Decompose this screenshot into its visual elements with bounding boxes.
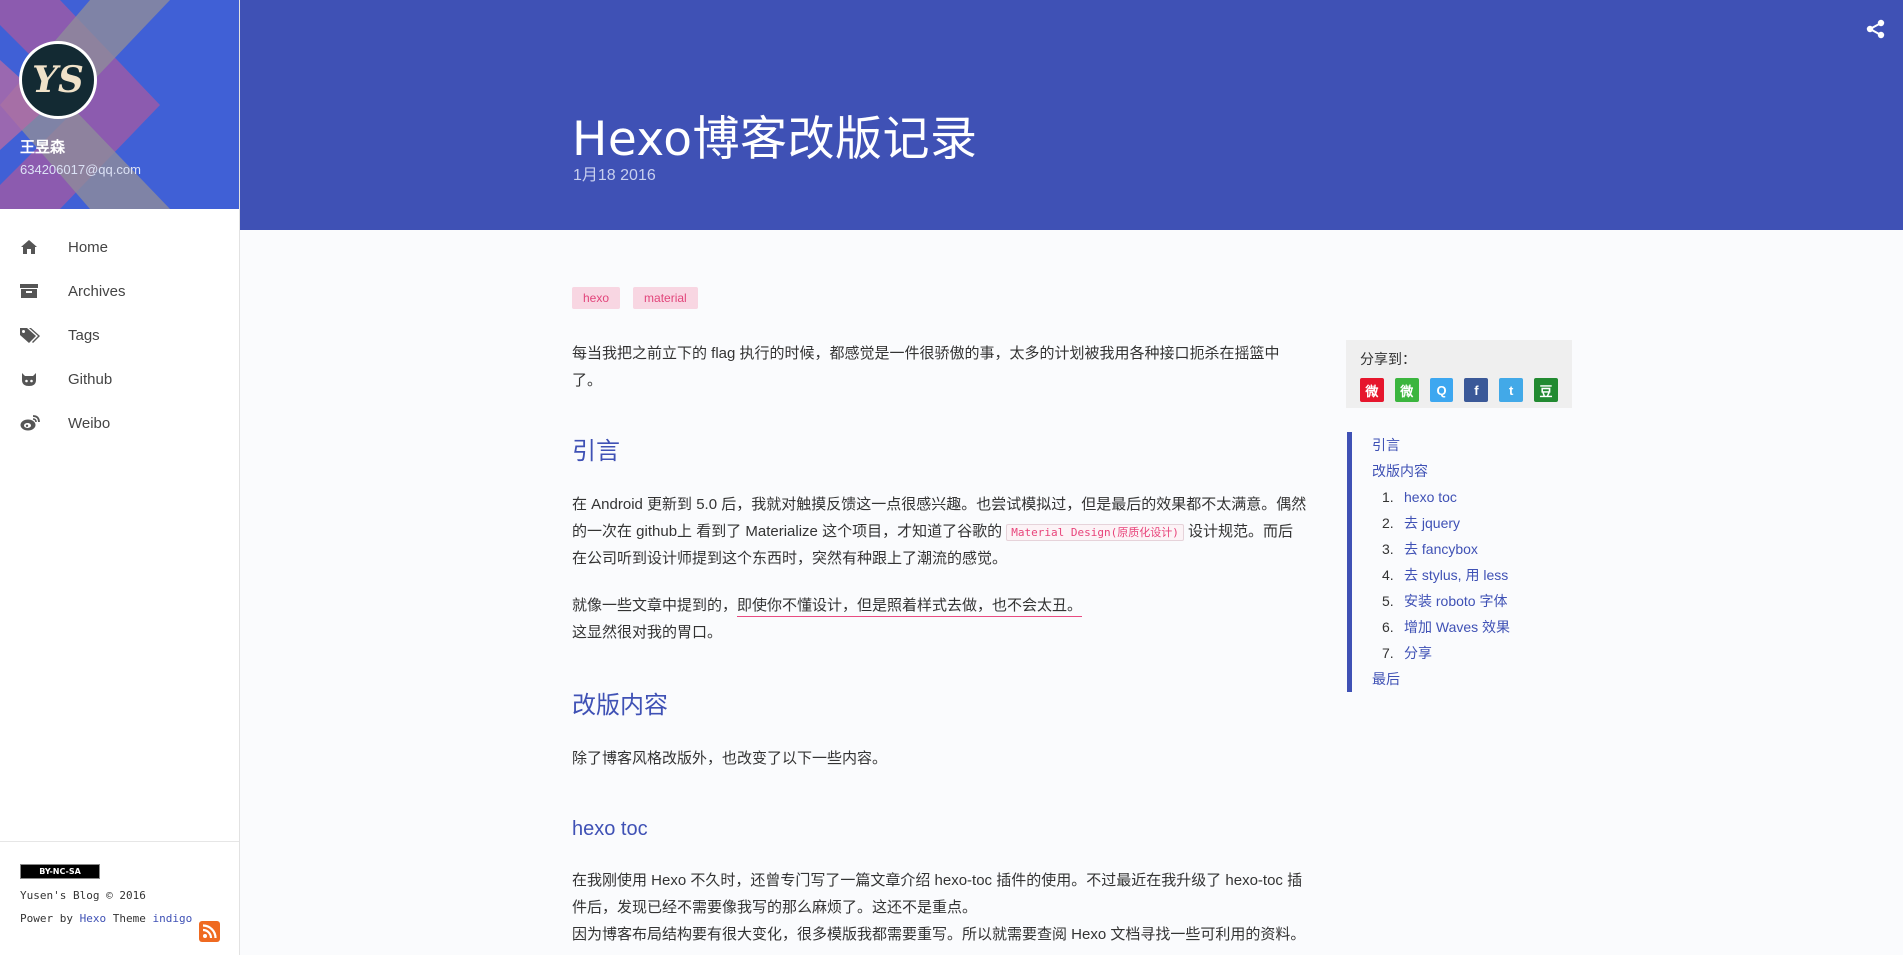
heading-hexo-toc: hexo toc (572, 818, 648, 840)
toc-number: 7. (1382, 645, 1394, 661)
inline-code: Material Design(原质化设计) (1006, 524, 1184, 541)
nav-label: Weibo (68, 414, 111, 432)
toc-subitem: 6. 增加 Waves 效果 (1382, 614, 1510, 640)
toc-number: 3. (1382, 541, 1394, 557)
indigo-link[interactable]: indigo (152, 912, 192, 925)
toc-subitem: 2. 去 jquery (1382, 510, 1510, 536)
toc-link[interactable]: 分享 (1404, 645, 1432, 661)
table-of-contents: 引言 改版内容 1. hexo toc 2. 去 jquery 3. 去 fancyb… (1347, 432, 1510, 692)
intro-paragraph: 每当我把之前立下的 flag 执行的时候，都感觉是一件很骄傲的事，太多的计划被我… (572, 345, 1280, 389)
weibo-share-icon[interactable]: 微 (1360, 378, 1384, 402)
toc-subitem: 5. 安装 roboto 字体 (1382, 588, 1510, 614)
tag-hexo[interactable]: hexo (572, 287, 621, 309)
paragraph-design: 就像一些文章中提到的，即使你不懂设计，但是照着样式去做，也不会太丑。 这显然很对我… (572, 592, 1307, 646)
toc-item-final[interactable]: 最后 (1372, 666, 1510, 692)
nav-label: Home (68, 238, 109, 256)
tags-icon (20, 324, 48, 346)
share-icons: 微 微 Q f t 豆 (1360, 378, 1558, 402)
license-badge[interactable]: BY-NC-SA (20, 864, 100, 879)
toc-item-changes[interactable]: 改版内容 (1372, 458, 1510, 484)
toc-link[interactable]: 安装 roboto 字体 (1404, 593, 1507, 609)
toc-link[interactable]: hexo toc (1404, 489, 1457, 505)
heading-changes: 改版内容 (572, 692, 668, 719)
underlined-quote: 即使你不懂设计，但是照着样式去做，也不会太丑。 (737, 597, 1083, 617)
post-date: 1月18 2016 (573, 167, 656, 184)
toc-subitem: 4. 去 stylus, 用 less (1382, 562, 1510, 588)
avatar[interactable]: YS (19, 41, 97, 119)
nav-item-archives[interactable]: Archives (0, 269, 239, 313)
nav-item-github[interactable]: Github (0, 357, 239, 401)
post-header: Hexo博客改版记录 1月18 2016 (240, 0, 1903, 230)
toc-link[interactable]: 去 stylus, 用 less (1404, 567, 1508, 583)
author-email[interactable]: 634206017@qq.com (20, 162, 141, 177)
paragraph-toc-plugin: 在我刚使用 Hexo 不久时，还曾专门写了一篇文章介绍 hexo-toc 插件的… (572, 872, 1303, 916)
toc-link[interactable]: 增加 Waves 效果 (1404, 619, 1510, 635)
copyright: Yusen's Blog © 2016 (20, 889, 146, 902)
toc-number: 5. (1382, 593, 1394, 609)
theme-text: Theme (106, 912, 153, 925)
twitter-share-icon[interactable]: t (1499, 378, 1524, 402)
license-text: BY-NC-SA (39, 867, 81, 876)
share-box: 分享到： 微 微 Q f t 豆 (1346, 340, 1572, 408)
facebook-share-icon[interactable]: f (1464, 378, 1489, 402)
paragraph-text: 这显然很对我的胃口。 (572, 624, 723, 641)
share-label: 分享到： (1360, 351, 1416, 367)
post-title: Hexo博客改版记录 (572, 112, 978, 167)
paragraph-changes: 除了博客风格改版外，也改变了以下一些内容。 (572, 750, 888, 767)
avatar-text: YS (32, 59, 84, 101)
sidebar-nav: Home Archives Tags Github Weibo (0, 209, 239, 445)
rss-icon[interactable] (199, 921, 220, 942)
archive-icon (20, 280, 48, 302)
profile-header: YS 王昱森 634206017@qq.com (0, 0, 239, 209)
nav-label: Github (68, 370, 113, 388)
toc-item-intro[interactable]: 引言 (1372, 432, 1510, 458)
paragraph-android: 在 Android 更新到 5.0 后，我就对触摸反馈这一点很感兴趣。也尝试模拟… (572, 491, 1307, 572)
share-icon[interactable] (1865, 18, 1887, 40)
toc-link[interactable]: 去 jquery (1404, 515, 1460, 531)
toc-link[interactable]: 去 fancybox (1404, 541, 1478, 557)
hexo-link[interactable]: Hexo (80, 912, 107, 925)
toc-sublist: 1. hexo toc 2. 去 jquery 3. 去 fancybox 4. 去 s… (1372, 484, 1510, 666)
weibo-icon (20, 412, 48, 434)
nav-item-home[interactable]: Home (0, 225, 239, 269)
nav-item-weibo[interactable]: Weibo (0, 401, 239, 445)
power-prefix: Power by (20, 912, 80, 925)
wechat-share-icon[interactable]: 微 (1394, 378, 1419, 402)
qq-share-icon[interactable]: Q (1429, 378, 1454, 402)
heading-intro: 引言 (572, 438, 620, 465)
github-icon (20, 368, 48, 390)
toc-number: 4. (1382, 567, 1394, 583)
douban-share-icon[interactable]: 豆 (1534, 378, 1558, 402)
post-tags: hexo material (572, 287, 698, 309)
article-body: 每当我把之前立下的 flag 执行的时候，都感觉是一件很骄傲的事，太多的计划被我… (572, 340, 1307, 948)
toc-subitem: 3. 去 fancybox (1382, 536, 1510, 562)
toc-number: 6. (1382, 619, 1394, 635)
nav-label: Tags (68, 326, 100, 344)
tag-material[interactable]: material (633, 287, 698, 309)
home-icon (20, 236, 48, 258)
sidebar: YS 王昱森 634206017@qq.com Home Archives Ta… (0, 0, 240, 955)
toc-subitem: 1. hexo toc (1382, 484, 1510, 510)
nav-label: Archives (68, 282, 126, 300)
sidebar-footer: BY-NC-SA Yusen's Blog © 2016 Power by He… (0, 841, 239, 955)
nav-item-tags[interactable]: Tags (0, 313, 239, 357)
toc-number: 1. (1382, 489, 1394, 505)
paragraph-text: 就像一些文章中提到的， (572, 597, 738, 614)
toc-number: 2. (1382, 515, 1394, 531)
toc-subitem: 7. 分享 (1382, 640, 1510, 666)
paragraph-docs: 因为博客布局结构要有很大变化，很多模版我都需要重写。所以就需要查阅 Hexo 文… (572, 926, 1306, 943)
author-name: 王昱森 (20, 139, 66, 156)
